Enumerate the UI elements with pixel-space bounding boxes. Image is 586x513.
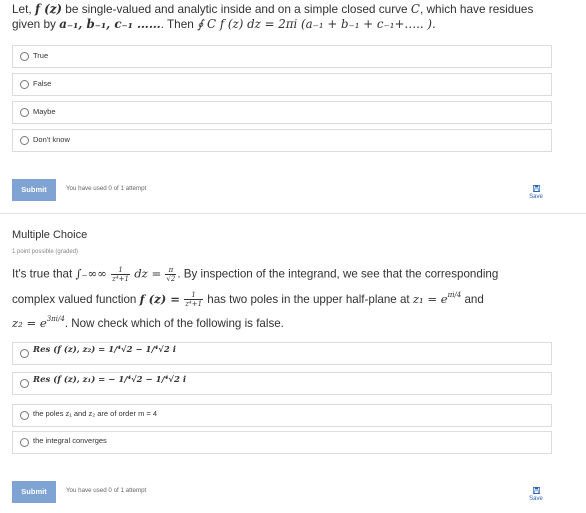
- fraction-denominator: z⁴+1: [112, 275, 129, 283]
- q1-then: . Then: [160, 17, 194, 31]
- q2-l3-text: . Now check which of the following is fa…: [64, 317, 284, 330]
- q2-line-2: complex valued function f (z) = 1 z⁴+1 ha…: [12, 291, 572, 308]
- save-label: Save: [529, 496, 543, 502]
- save-label: Save: [529, 194, 543, 200]
- q1-curve: C: [410, 2, 420, 16]
- fraction-denominator: z⁴+1: [185, 300, 203, 309]
- save-icon: [532, 487, 540, 494]
- option-label: Maybe: [33, 107, 56, 116]
- option-label: False: [33, 79, 52, 88]
- q2-l1-fraction: 1 z⁴+1: [111, 266, 130, 283]
- q1-save-button[interactable]: Save: [524, 185, 548, 200]
- q2-line-1: It's true that ∫₋∞∞ 1 z⁴+1 dz = π √2. By i…: [12, 266, 572, 283]
- q1-option-false[interactable]: False: [12, 73, 552, 96]
- q2-option-res-z1[interactable]: Res (f (z), z₁) = − 1/⁴√2 − 1/⁴√2 i: [12, 372, 552, 395]
- q1-given-by: given by: [12, 17, 56, 31]
- q2-l2-fraction: 1 z⁴+1: [184, 291, 204, 309]
- q2-l2-z1-exponent: πi/4: [447, 291, 462, 299]
- q1-intro-b: be single-valued and analytic inside and…: [65, 2, 408, 16]
- q2-l2-z1: z₁ = e: [412, 292, 448, 306]
- section-divider: [0, 213, 586, 214]
- radio-button[interactable]: [20, 80, 29, 89]
- q2-l3-z2-exponent: 3πi/4: [46, 315, 65, 323]
- question-2-points: 1 point possible (graded): [12, 249, 79, 255]
- q1-residues: a₋₁, b₋₁, c₋₁ ……: [59, 17, 161, 31]
- option-label: Res (f (z), z₂) = 1/⁴√2 − 1/⁴√2 i: [33, 345, 176, 355]
- q2-l2-text: complex valued function: [12, 293, 137, 306]
- q2-l2-function: f (z) =: [139, 292, 180, 306]
- q2-option-poles-order[interactable]: the poles z₁ and z₂ are of order m = 4: [12, 404, 552, 427]
- radio-button[interactable]: [20, 438, 29, 447]
- q2-l1-dz: dz =: [134, 266, 162, 281]
- radio-button[interactable]: [20, 411, 29, 420]
- option-label: True: [33, 51, 49, 60]
- q2-option-res-z2[interactable]: Res (f (z), z₂) = 1/⁴√2 − 1/⁴√2 i: [12, 342, 552, 365]
- q2-submit-button[interactable]: Submit: [12, 481, 56, 503]
- q2-l3-z2: z₂ = e: [12, 316, 47, 330]
- q1-intro: Let,: [12, 2, 32, 16]
- q2-l2-and: and: [464, 293, 484, 306]
- q2-l1-text: It's true that: [12, 267, 73, 281]
- fraction-numerator: 1: [184, 291, 204, 301]
- q1-option-true[interactable]: True: [12, 45, 552, 68]
- q1-option-dont-know[interactable]: Don't know: [12, 129, 552, 152]
- q2-l1-integral: ∫₋∞∞: [75, 266, 107, 281]
- radio-button[interactable]: [20, 108, 29, 117]
- q1-function: f (z): [34, 2, 63, 16]
- q2-attempts-text: You have used 0 of 1 attempt: [66, 487, 147, 494]
- option-label: Res (f (z), z₁) = − 1/⁴√2 − 1/⁴√2 i: [33, 375, 187, 385]
- fraction-numerator: π: [165, 266, 177, 275]
- q1-submit-button[interactable]: Submit: [12, 179, 56, 201]
- q2-line-3: z₂ = e3πi/4. Now check which of the foll…: [12, 315, 572, 330]
- q1-option-maybe[interactable]: Maybe: [12, 101, 552, 124]
- option-label: the poles z₁ and z₂ are of order m = 4: [33, 409, 158, 418]
- fraction-denominator: √2: [166, 275, 176, 283]
- fraction-numerator: 1: [111, 266, 130, 275]
- q1-intro-c: , which have residues: [419, 2, 534, 16]
- option-label: Don't know: [33, 135, 70, 144]
- q1-integral: ∮ C f (z) dz = 2πi (a₋₁ + b₋₁ + c₋₁+….. …: [197, 17, 436, 31]
- q2-l1-text-b: . By inspection of the integrand, we see…: [177, 267, 499, 281]
- q2-l2-text-b: has two poles in the upper half-plane at: [207, 293, 410, 306]
- radio-button[interactable]: [20, 136, 29, 145]
- q2-save-button[interactable]: Save: [524, 487, 548, 502]
- q2-option-integral-converges[interactable]: the integral converges: [12, 431, 552, 454]
- q1-attempts-text: You have used 0 of 1 attempt: [66, 185, 147, 192]
- radio-button[interactable]: [20, 379, 29, 388]
- radio-button[interactable]: [20, 52, 29, 61]
- option-label: the integral converges: [33, 436, 107, 445]
- question-2-heading: Multiple Choice: [12, 229, 88, 241]
- save-icon: [532, 185, 540, 192]
- problem-page: Let, f (z) be single-valued and analytic…: [0, 0, 586, 513]
- q2-l1-rhs-fraction: π √2: [165, 266, 177, 283]
- question-1-text: Let, f (z) be single-valued and analytic…: [12, 2, 572, 32]
- radio-button[interactable]: [20, 349, 29, 358]
